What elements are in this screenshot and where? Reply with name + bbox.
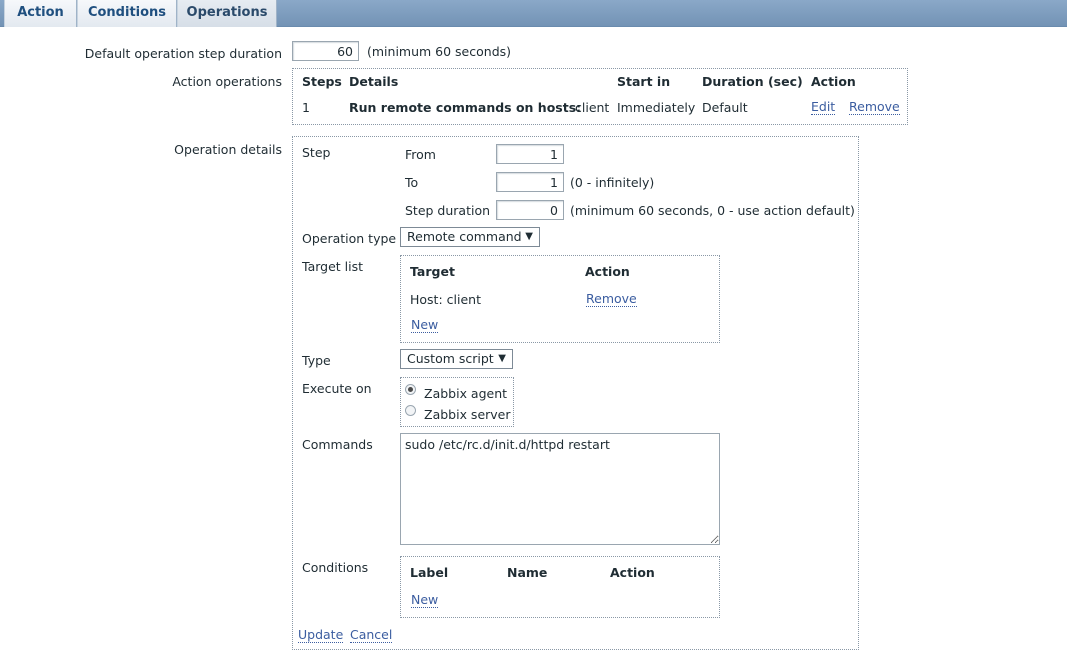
step-label: Step — [302, 145, 331, 160]
step-duration-hint: (minimum 60 seconds, 0 - use action defa… — [570, 203, 855, 218]
action-operations-label: Action operations — [172, 74, 282, 89]
operation-row-details-host: client — [575, 100, 610, 115]
operation-row-step: 1 — [302, 100, 310, 115]
dropdown-arrow-icon: ▼ — [498, 353, 506, 364]
commands-label: Commands — [302, 437, 373, 452]
type-value: Custom script — [407, 351, 494, 366]
execute-on-label: Execute on — [302, 381, 372, 396]
operation-row-duration: Default — [702, 100, 748, 115]
default-step-duration-label: Default operation step duration — [84, 46, 282, 61]
step-duration-input[interactable] — [496, 200, 564, 220]
col-steps: Steps — [302, 74, 342, 89]
tab-bar: Action Conditions Operations — [0, 0, 1067, 27]
conditions-col-name: Name — [507, 565, 548, 580]
to-label: To — [405, 175, 419, 190]
execute-on-agent-label: Zabbix agent — [424, 386, 508, 401]
update-link[interactable]: Update — [298, 628, 344, 643]
tab-conditions[interactable]: Conditions — [77, 0, 177, 27]
col-details: Details — [349, 74, 399, 89]
execute-on-server-radio[interactable] — [405, 405, 416, 416]
target-col-target: Target — [410, 264, 455, 279]
conditions-new-link[interactable]: New — [411, 593, 439, 608]
target-new-link[interactable]: New — [411, 318, 439, 333]
operation-row-start-in: Immediately — [617, 100, 696, 115]
step-to-input[interactable] — [496, 172, 564, 192]
dropdown-arrow-icon: ▼ — [525, 231, 533, 242]
operation-type-label: Operation type — [302, 231, 397, 246]
target-remove-link[interactable]: Remove — [586, 292, 637, 307]
from-label: From — [405, 147, 436, 162]
conditions-col-label: Label — [410, 565, 449, 580]
operation-remove-link[interactable]: Remove — [849, 100, 900, 115]
execute-on-agent-radio[interactable] — [405, 384, 416, 395]
step-duration-label: Step duration — [405, 203, 491, 218]
operation-edit-link[interactable]: Edit — [811, 100, 836, 115]
operation-type-select[interactable]: Remote command ▼ — [400, 227, 540, 247]
step-to-hint: (0 - infinitely) — [570, 175, 655, 190]
type-select[interactable]: Custom script ▼ — [400, 349, 513, 369]
commands-textarea[interactable]: sudo /etc/rc.d/init.d/httpd restart — [400, 433, 720, 545]
default-step-duration-input[interactable] — [292, 41, 359, 61]
col-duration: Duration (sec) — [702, 74, 803, 89]
col-start-in: Start in — [617, 74, 671, 89]
col-action: Action — [811, 74, 856, 89]
operation-details-label: Operation details — [174, 142, 282, 157]
execute-on-server-label: Zabbix server — [424, 407, 511, 422]
target-row-host: Host: client — [410, 292, 481, 307]
conditions-col-action: Action — [610, 565, 655, 580]
type-label: Type — [302, 353, 331, 368]
target-col-action: Action — [585, 264, 630, 279]
target-list-label: Target list — [302, 259, 364, 274]
tab-operations[interactable]: Operations — [177, 0, 277, 27]
cancel-link[interactable]: Cancel — [350, 628, 393, 643]
tab-action[interactable]: Action — [4, 0, 77, 27]
conditions-label: Conditions — [302, 560, 369, 575]
operation-row-details-bold: Run remote commands on hosts: — [349, 100, 582, 115]
operation-type-value: Remote command — [407, 229, 522, 244]
default-step-duration-hint: (minimum 60 seconds) — [367, 44, 512, 59]
step-from-input[interactable] — [496, 144, 564, 164]
